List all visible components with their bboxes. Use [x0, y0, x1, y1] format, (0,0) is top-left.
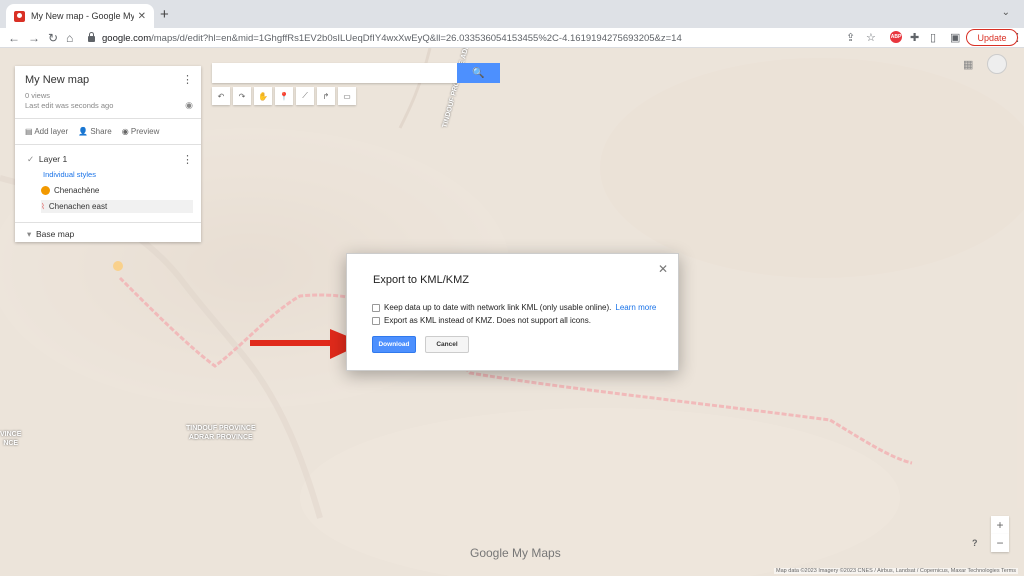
tab-strip: My New map - Google My Map ✕ + ⌄: [0, 0, 1024, 28]
views-count: 0 views: [25, 91, 51, 100]
layer-checkbox-icon[interactable]: ✓: [27, 154, 34, 164]
divider: [15, 144, 201, 145]
kml-format-checkbox[interactable]: [372, 316, 380, 325]
panel-actions: ▤ Add layer 👤 Share ◉ Preview: [25, 127, 159, 136]
network-link-option: Keep data up to date with network link K…: [372, 303, 656, 312]
cancel-button[interactable]: Cancel: [425, 336, 469, 353]
layer-name[interactable]: ✓ Layer 1: [27, 154, 67, 165]
home-button[interactable]: ⌂: [66, 31, 73, 45]
ruler-icon[interactable]: ▭: [338, 87, 356, 105]
add-layer-button[interactable]: ▤ Add layer: [25, 127, 68, 136]
new-tab-button[interactable]: +: [160, 6, 169, 23]
back-button[interactable]: ←: [8, 31, 20, 45]
map-search-input[interactable]: [212, 63, 457, 83]
hand-pan-icon[interactable]: ✋: [254, 87, 272, 105]
url-bar[interactable]: google.com/maps/d/edit?hl=en&mid=1GhgffR…: [88, 30, 858, 46]
directions-icon[interactable]: ↱: [317, 87, 335, 105]
account-avatar[interactable]: [987, 54, 1007, 74]
share-icon[interactable]: ⇪: [846, 31, 855, 44]
last-edit-status: Last edit was seconds ago: [25, 101, 114, 110]
individual-styles-link[interactable]: Individual styles: [43, 170, 96, 179]
kml-format-label: Export as KML instead of KMZ. Does not s…: [384, 316, 591, 325]
extensions-puzzle-icon[interactable]: ✚: [910, 31, 919, 44]
export-kml-dialog: Export to KML/KMZ ✕ Keep data up to date…: [346, 253, 679, 371]
profile-icon[interactable]: ▣: [950, 31, 960, 44]
divider: [15, 118, 201, 119]
adblock-extension-icon[interactable]: ABP: [890, 31, 902, 43]
map-toolbar: ↶ ↷ ✋ 📍 ⟋ ↱ ▭: [212, 87, 356, 105]
close-icon[interactable]: ✕: [658, 262, 668, 276]
help-icon[interactable]: ?: [972, 538, 978, 548]
divider: [15, 222, 201, 223]
map-attribution[interactable]: Map data ©2023 Imagery ©2023 CNES / Airb…: [774, 568, 1018, 574]
url-path: /maps/d/edit?hl=en&mid=1GhgffRs1EV2b0sIL…: [151, 32, 682, 44]
browser-tab[interactable]: My New map - Google My Map ✕: [6, 4, 154, 28]
preview-button[interactable]: ◉ Preview: [122, 127, 160, 136]
learn-more-link[interactable]: Learn more: [615, 303, 656, 312]
bookmark-star-icon[interactable]: ☆: [866, 31, 876, 44]
google-my-maps-logo: Google My Maps: [470, 546, 561, 560]
draw-line-icon[interactable]: ⟋: [296, 87, 314, 105]
address-toolbar: ← → ↻ ⌂ google.com/maps/d/edit?hl=en&mid…: [0, 28, 1024, 48]
feature-item[interactable]: Chenachène: [41, 186, 99, 195]
expand-arrow-icon: ▾: [27, 229, 32, 239]
search-button[interactable]: 🔍: [457, 63, 500, 83]
redo-icon[interactable]: ↷: [233, 87, 251, 105]
forward-button[interactable]: →: [28, 31, 40, 45]
map-options-icon[interactable]: ⋮: [182, 73, 193, 86]
zoom-in-button[interactable]: +: [991, 516, 1009, 534]
layer-options-icon[interactable]: ⋮: [182, 153, 193, 166]
reload-button[interactable]: ↻: [48, 31, 58, 45]
preview-eye-icon[interactable]: ◉: [185, 100, 193, 111]
feature-item[interactable]: ⌇ Chenachen east: [41, 200, 193, 213]
lock-icon: [88, 32, 95, 42]
undo-icon[interactable]: ↶: [212, 87, 230, 105]
place-marker-icon: [41, 186, 50, 195]
route-line-icon: ⌇: [41, 202, 45, 211]
province-label-left: VINCE NCE: [0, 431, 22, 447]
apps-grid-icon[interactable]: ▦: [963, 58, 973, 71]
map-title[interactable]: My New map: [25, 74, 89, 86]
base-map-toggle[interactable]: ▾ Base map: [27, 229, 74, 240]
download-button[interactable]: Download: [372, 336, 416, 353]
zoom-out-button[interactable]: −: [991, 534, 1009, 552]
map-sidebar-panel: My New map ⋮ 0 views Last edit was secon…: [15, 66, 201, 242]
tab-close-icon[interactable]: ✕: [138, 11, 146, 22]
network-link-label: Keep data up to date with network link K…: [384, 303, 612, 312]
feature-label: Chenachen east: [48, 202, 108, 211]
search-icon: 🔍: [472, 67, 485, 79]
url-domain: google.com: [102, 32, 152, 44]
side-panel-icon[interactable]: ▯: [930, 31, 936, 44]
google-maps-favicon-icon: [14, 10, 25, 22]
share-button[interactable]: 👤 Share: [78, 127, 112, 136]
dialog-title: Export to KML/KMZ: [373, 274, 469, 286]
update-label: Update: [977, 32, 1007, 43]
tab-title: My New map - Google My Map: [31, 11, 134, 21]
tab-search-icon[interactable]: ⌄: [1002, 7, 1010, 18]
add-marker-icon[interactable]: 📍: [275, 87, 293, 105]
feature-label: Chenachène: [54, 186, 100, 195]
update-button[interactable]: Update: [966, 29, 1018, 46]
province-label-bottom: TINDOUF PROVINCE ADRAR PROVINCE: [186, 425, 256, 441]
kml-format-option: Export as KML instead of KMZ. Does not s…: [372, 316, 591, 325]
network-link-checkbox[interactable]: [372, 303, 380, 312]
